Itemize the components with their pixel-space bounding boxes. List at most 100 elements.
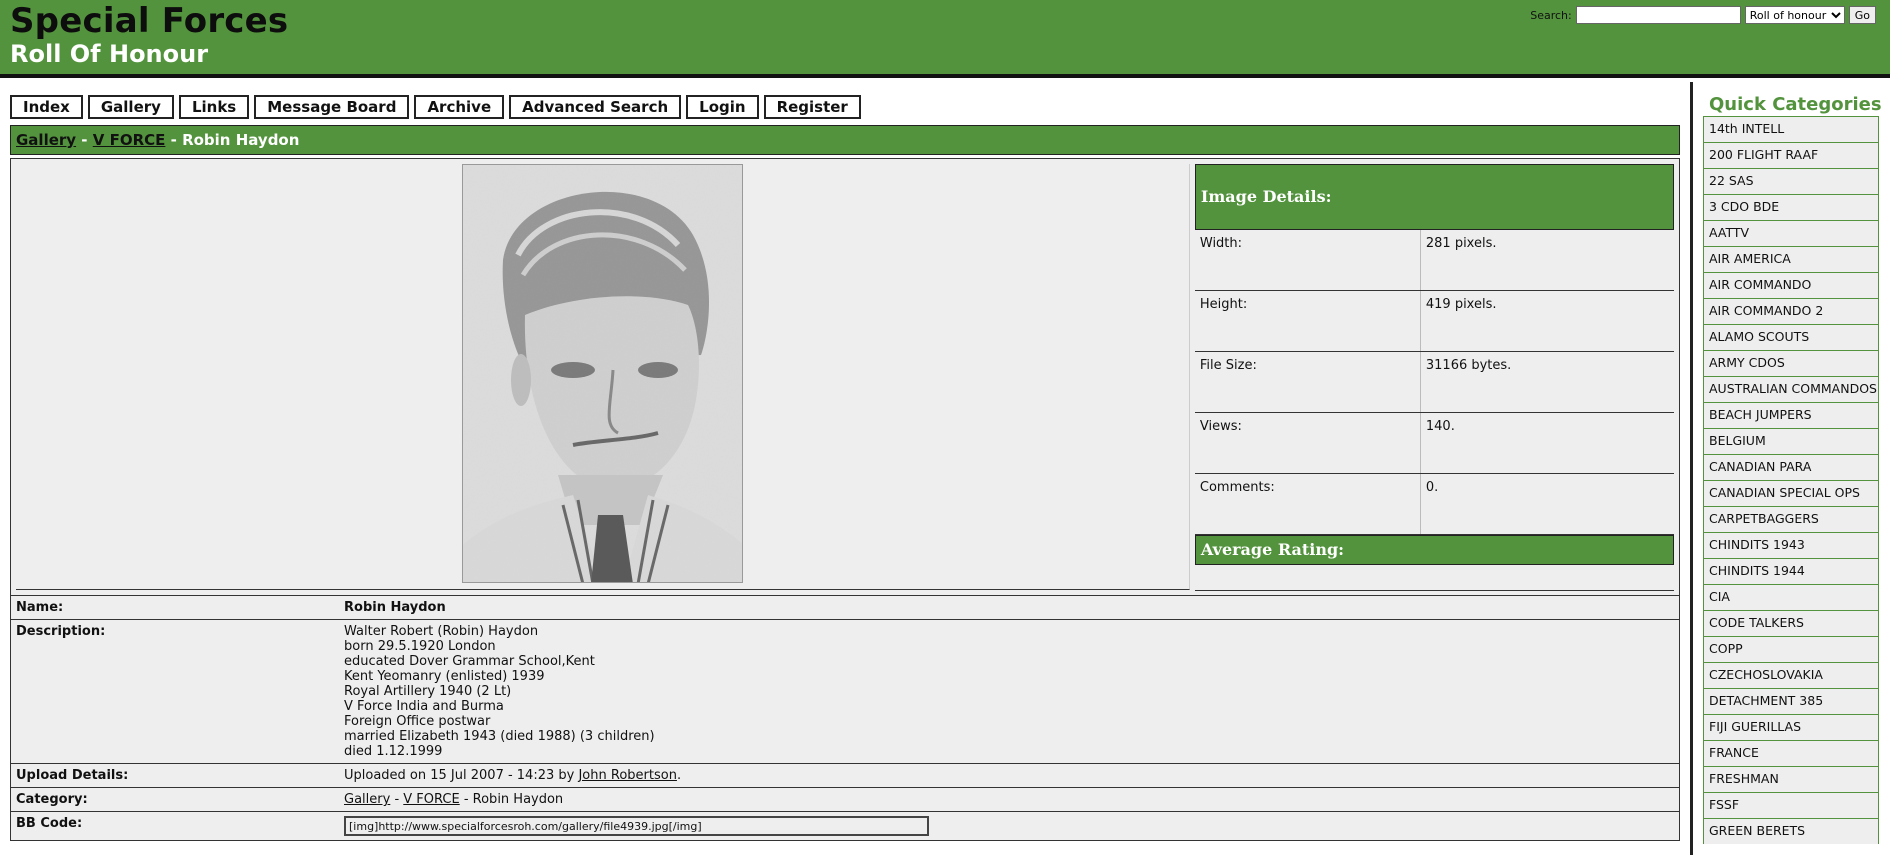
image-area: Image Details: Width: 281 pixels. Height…: [11, 159, 1679, 596]
nav-advanced-search-button[interactable]: Advanced Search: [509, 95, 682, 119]
breadcrumb-gallery-link[interactable]: Gallery: [16, 131, 76, 149]
info-row-description: Description: Walter Robert (Robin) Haydo…: [11, 620, 1679, 764]
average-rating-body: [1194, 565, 1674, 591]
nav-archive-button[interactable]: Archive: [414, 95, 505, 119]
nav-links-button[interactable]: Links: [178, 95, 250, 119]
info-label: Category:: [16, 792, 88, 807]
category-item[interactable]: GREEN BERETS: [1703, 818, 1879, 844]
category-item[interactable]: AIR COMMANDO: [1703, 272, 1879, 298]
upload-suffix: .: [676, 768, 682, 783]
image-details-table: Image Details: Width: 281 pixels. Height…: [1194, 164, 1674, 591]
description-line: educated Dover Grammar School,Kent: [344, 654, 595, 669]
description-line: died 1.12.1999: [344, 744, 443, 759]
breadcrumb-separator: -: [76, 131, 93, 149]
category-item[interactable]: BELGIUM: [1703, 428, 1879, 454]
portrait-photo[interactable]: [461, 164, 743, 583]
category-item[interactable]: CHINDITS 1943: [1703, 532, 1879, 558]
category-item[interactable]: 22 SAS: [1703, 168, 1879, 194]
detail-label: Width:: [1195, 230, 1421, 290]
category-item[interactable]: CZECHOSLOVAKIA: [1703, 662, 1879, 688]
detail-label: File Size:: [1195, 352, 1421, 412]
category-item[interactable]: FSSF: [1703, 792, 1879, 818]
info-label: Description:: [16, 624, 106, 639]
category-current: - Robin Haydon: [459, 792, 564, 807]
category-item[interactable]: BEACH JUMPERS: [1703, 402, 1879, 428]
category-item[interactable]: 200 FLIGHT RAAF: [1703, 142, 1879, 168]
search-input[interactable]: [1575, 6, 1741, 24]
site-subtitle: Roll Of Honour: [10, 40, 209, 68]
category-item[interactable]: AUSTRALIAN COMMANDOS: [1703, 376, 1879, 402]
image-name: Robin Haydon: [344, 600, 446, 615]
info-label: Name:: [16, 600, 64, 615]
category-item[interactable]: CARPETBAGGERS: [1703, 506, 1879, 532]
quick-categories-sidebar: Quick Categories 14th INTELL 200 FLIGHT …: [1690, 82, 1890, 855]
bbcode-cell: [344, 812, 929, 840]
nav-bar: Index Gallery Links Message Board Archiv…: [10, 95, 1680, 119]
category-item[interactable]: AIR COMMANDO 2: [1703, 298, 1879, 324]
quick-categories-list: 14th INTELL 200 FLIGHT RAAF 22 SAS 3 CDO…: [1703, 116, 1879, 844]
category-item[interactable]: 14th INTELL: [1703, 116, 1879, 142]
detail-row-width: Width: 281 pixels.: [1194, 230, 1674, 291]
image-detail-panel: Image Details: Width: 281 pixels. Height…: [10, 158, 1680, 841]
detail-value: 0.: [1425, 480, 1439, 495]
detail-row-file-size: File Size: 31166 bytes.: [1194, 352, 1674, 413]
image-description: Walter Robert (Robin) Haydon born 29.5.1…: [344, 620, 655, 763]
category-item[interactable]: CANADIAN PARA: [1703, 454, 1879, 480]
category-item[interactable]: CHINDITS 1944: [1703, 558, 1879, 584]
category-separator: -: [390, 792, 404, 807]
category-item[interactable]: AIR AMERICA: [1703, 246, 1879, 272]
nav-login-button[interactable]: Login: [686, 95, 759, 119]
search-label: Search:: [1530, 8, 1572, 22]
nav-index-button[interactable]: Index: [10, 95, 83, 119]
search-area: Search: Roll of honour Go: [1530, 6, 1876, 24]
detail-value: 419 pixels.: [1425, 297, 1497, 312]
description-line: born 29.5.1920 London: [344, 639, 496, 654]
description-line: V Force India and Burma: [344, 699, 504, 714]
info-row-bbcode: BB Code:: [11, 812, 1679, 840]
breadcrumb-separator: -: [165, 131, 183, 149]
nav-message-board-button[interactable]: Message Board: [254, 95, 410, 119]
category-item[interactable]: COPP: [1703, 636, 1879, 662]
category-gallery-link[interactable]: Gallery: [344, 792, 390, 807]
description-line: Royal Artillery 1940 (2 Lt): [344, 684, 512, 699]
category-item[interactable]: AATTV: [1703, 220, 1879, 246]
category-item[interactable]: FRANCE: [1703, 740, 1879, 766]
category-item[interactable]: ALAMO SCOUTS: [1703, 324, 1879, 350]
category-item[interactable]: ARMY CDOS: [1703, 350, 1879, 376]
breadcrumb-category-link[interactable]: V FORCE: [93, 131, 166, 149]
nav-register-button[interactable]: Register: [763, 95, 861, 119]
info-label: Upload Details:: [16, 768, 129, 783]
bbcode-field[interactable]: [344, 816, 929, 836]
search-scope-select[interactable]: Roll of honour: [1744, 6, 1845, 24]
category-item[interactable]: CANADIAN SPECIAL OPS: [1703, 480, 1879, 506]
image-details-heading: Image Details:: [1194, 164, 1674, 230]
info-row-name: Name: Robin Haydon: [11, 596, 1679, 620]
category-item[interactable]: 3 CDO BDE: [1703, 194, 1879, 220]
upload-details: Uploaded on 15 Jul 2007 - 14:23 by John …: [344, 764, 681, 787]
description-line: married Elizabeth 1943 (died 1988) (3 ch…: [344, 729, 655, 744]
breadcrumb-current: Robin Haydon: [182, 131, 300, 149]
detail-value: 31166 bytes.: [1425, 358, 1512, 373]
detail-row-height: Height: 419 pixels.: [1194, 291, 1674, 352]
description-line: Kent Yeomanry (enlisted) 1939: [344, 669, 545, 684]
detail-label: Comments:: [1195, 474, 1421, 534]
detail-row-views: Views: 140.: [1194, 413, 1674, 474]
category-item[interactable]: FIJI GUERILLAS: [1703, 714, 1879, 740]
site-header: Special Forces Roll Of Honour Search: Ro…: [0, 0, 1890, 78]
description-line: Foreign Office postwar: [344, 714, 491, 729]
search-go-button[interactable]: Go: [1848, 6, 1876, 24]
nav-gallery-button[interactable]: Gallery: [87, 95, 174, 119]
uploader-link[interactable]: John Robertson: [578, 768, 676, 783]
description-line: Walter Robert (Robin) Haydon: [344, 624, 539, 639]
category-item[interactable]: CIA: [1703, 584, 1879, 610]
category-path: Gallery - V FORCE - Robin Haydon: [344, 788, 563, 811]
category-link[interactable]: V FORCE: [403, 792, 459, 807]
portrait-image: [462, 165, 742, 582]
category-item[interactable]: FRESHMAN: [1703, 766, 1879, 792]
category-item[interactable]: DETACHMENT 385: [1703, 688, 1879, 714]
main-content: Index Gallery Links Message Board Archiv…: [10, 95, 1680, 841]
site-title[interactable]: Special Forces: [10, 1, 288, 41]
detail-label: Height:: [1195, 291, 1421, 351]
photo-cell: [16, 164, 1190, 590]
category-item[interactable]: CODE TALKERS: [1703, 610, 1879, 636]
